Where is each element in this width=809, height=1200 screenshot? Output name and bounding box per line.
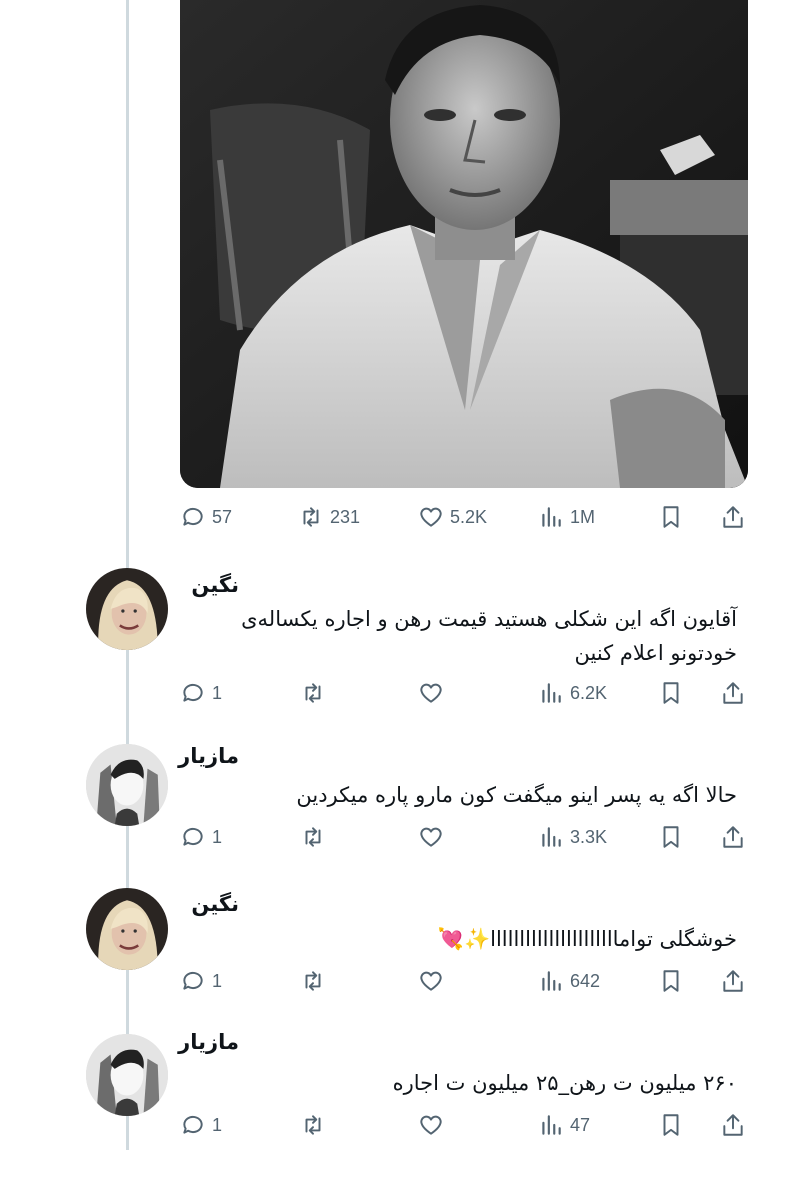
share-button[interactable] (720, 964, 746, 998)
share-button[interactable] (720, 500, 746, 534)
reply-button[interactable]: 1 (180, 820, 222, 854)
heart-icon (420, 683, 442, 703)
retweet-arrows-icon (305, 827, 321, 847)
like-button[interactable]: 5.2K (418, 500, 487, 534)
share-upload-icon (723, 826, 743, 848)
speech-bubble-icon (183, 827, 203, 846)
reply-author-name[interactable]: مازیار (178, 744, 239, 768)
retweet-arrows-icon (305, 971, 321, 991)
views-button[interactable]: 3.3K (538, 820, 607, 854)
heart-icon (420, 971, 442, 991)
view-count: 47 (570, 1114, 591, 1135)
views-button[interactable]: 47 (538, 1108, 590, 1142)
avatar[interactable] (86, 568, 168, 650)
heart-icon (420, 507, 442, 527)
retweet-arrows-icon (305, 683, 321, 703)
views-button[interactable]: 1M (538, 500, 595, 534)
speech-bubble-icon (183, 507, 203, 526)
share-upload-icon (723, 970, 743, 992)
reply-button[interactable]: 1 (180, 1108, 222, 1142)
bookmark-button[interactable] (658, 964, 684, 998)
reply-count: 1 (212, 1114, 223, 1135)
views-button[interactable]: 642 (538, 964, 600, 998)
heart-icon (420, 827, 442, 847)
masked-face-avatar (86, 744, 168, 826)
reply-text: ۲۶۰ میلیون ت رهن_۲۵ میلیون ت اجاره (392, 1071, 737, 1095)
bar-chart-icon (542, 683, 561, 703)
tweet-photo[interactable] (180, 0, 748, 488)
like-button[interactable] (418, 820, 444, 854)
bookmark-button[interactable] (658, 676, 684, 710)
bookmark-button[interactable] (658, 500, 684, 534)
main-tweet-actions: 57 231 5.2K 1M (0, 500, 809, 534)
reply-author-name[interactable]: مازیار (178, 1030, 239, 1054)
avatar[interactable] (86, 888, 168, 970)
view-count: 6.2K (570, 682, 608, 703)
retweet-arrows-icon (305, 1115, 321, 1135)
bookmark-icon (663, 682, 679, 704)
reply-count: 1 (212, 682, 223, 703)
share-upload-icon (723, 506, 743, 528)
reply-actions: 1 642 (0, 964, 809, 998)
bookmark-icon (663, 826, 679, 848)
reply-button[interactable]: 1 (180, 964, 222, 998)
like-button[interactable] (418, 1108, 444, 1142)
reply-count: 1 (212, 970, 223, 991)
blonde-woman-avatar (86, 568, 168, 650)
share-button[interactable] (720, 1108, 746, 1142)
like-button[interactable] (418, 964, 444, 998)
view-count: 1M (570, 506, 596, 527)
like-count: 5.2K (450, 506, 488, 527)
reply-author-name[interactable]: نگین (191, 892, 239, 916)
bar-chart-icon (542, 507, 561, 527)
speech-bubble-icon (183, 1115, 203, 1134)
speech-bubble-icon (183, 683, 203, 702)
bookmark-icon (663, 1114, 679, 1136)
bookmark-button[interactable] (658, 820, 684, 854)
like-button[interactable] (418, 676, 444, 710)
reply-count: 1 (212, 826, 223, 847)
masked-face-avatar (86, 1034, 168, 1116)
share-button[interactable] (720, 676, 746, 710)
retweet-button[interactable] (300, 676, 326, 710)
bar-chart-icon (542, 1115, 561, 1135)
reply-author-name[interactable]: نگین (191, 573, 239, 597)
reply-item[interactable]: نگین خوشگلی تواماااااااااااااااااااااا✨💘… (0, 888, 809, 1008)
reply-count: 57 (212, 506, 233, 527)
blonde-woman-avatar (86, 888, 168, 970)
share-upload-icon (723, 682, 743, 704)
retweet-button[interactable] (300, 1108, 326, 1142)
retweet-button[interactable] (300, 964, 326, 998)
share-button[interactable] (720, 820, 746, 854)
photo-illustration (180, 0, 748, 488)
reply-actions: 1 3.3K (0, 820, 809, 854)
retweet-button[interactable] (300, 820, 326, 854)
retweet-count: 231 (330, 506, 361, 527)
bookmark-icon (663, 506, 679, 528)
retweet-button[interactable]: 231 (298, 500, 360, 534)
reply-text: حالا اگه یه پسر اینو میگفت کون مارو پاره… (296, 783, 737, 807)
avatar[interactable] (86, 1034, 168, 1116)
views-button[interactable]: 6.2K (538, 676, 607, 710)
heart-icon (420, 1115, 442, 1135)
reply-button[interactable]: 1 (180, 676, 222, 710)
reply-actions: 1 6.2K (0, 676, 809, 710)
bookmark-button[interactable] (658, 1108, 684, 1142)
reply-item[interactable]: مازیار ۲۶۰ میلیون ت رهن_۲۵ میلیون ت اجار… (0, 1030, 809, 1154)
reply-button[interactable]: 57 (180, 500, 232, 534)
view-count: 3.3K (570, 826, 608, 847)
bookmark-icon (663, 970, 679, 992)
avatar[interactable] (86, 744, 168, 826)
reply-actions: 1 47 (0, 1108, 809, 1142)
retweet-arrows-icon (303, 507, 319, 527)
bar-chart-icon (542, 827, 561, 847)
speech-bubble-icon (183, 971, 203, 990)
reply-text: خوشگلی تواماااااااااااااااااااااا✨💘 (437, 927, 737, 951)
reply-item[interactable]: مازیار حالا اگه یه پسر اینو میگفت کون ما… (0, 744, 809, 864)
reply-text: آقایون اگه این شکلی هستید قیمت رهن و اجا… (241, 607, 737, 665)
bar-chart-icon (542, 971, 561, 991)
reply-item[interactable]: نگین آقایون اگه این شکلی هستید قیمت رهن … (0, 568, 809, 718)
view-count: 642 (570, 970, 601, 991)
share-upload-icon (723, 1114, 743, 1136)
